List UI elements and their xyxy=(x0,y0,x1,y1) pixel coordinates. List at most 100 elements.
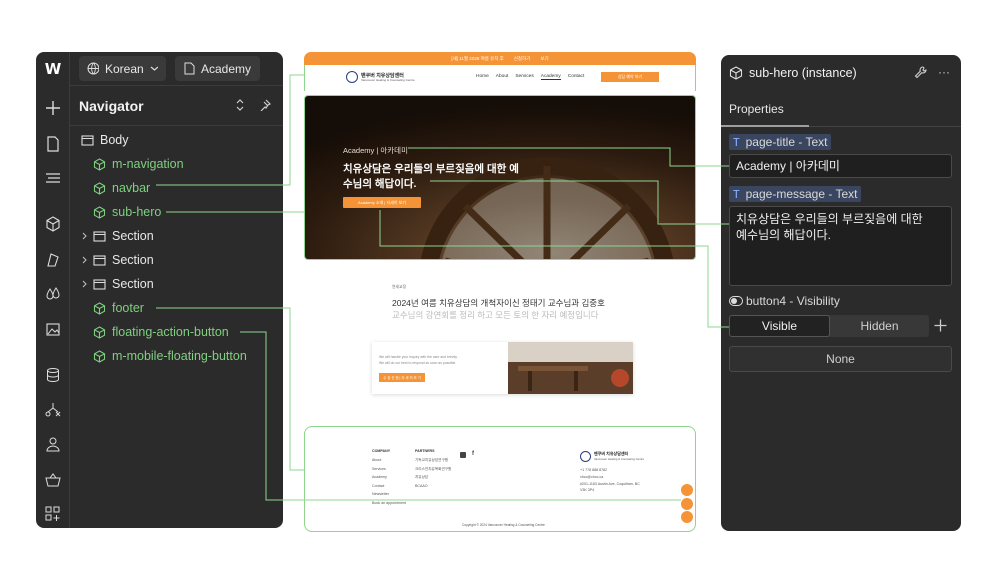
text-type-icon: T xyxy=(733,188,740,201)
footer-email[interactable]: vhcc@vhcc.ca xyxy=(580,474,603,480)
add-icon[interactable] xyxy=(934,319,947,332)
footer-copyright: Copyright © 2024 Vancouver Healing & Cou… xyxy=(462,523,545,527)
add-icon[interactable] xyxy=(36,96,70,120)
tree-item-navbar[interactable]: navbar xyxy=(70,176,283,200)
tree-item-label: floating-action-button xyxy=(112,325,229,339)
tree-item-label: m-mobile-floating-button xyxy=(112,349,247,363)
fab-chat-button[interactable] xyxy=(681,484,693,496)
page-message-textarea[interactable]: 치유상담은 우리들의 부르짖음에 대한 예수님의 해답이다. xyxy=(729,206,952,286)
element-box-icon xyxy=(93,278,106,290)
pages-icon[interactable] xyxy=(36,132,70,156)
chevron-down-icon xyxy=(150,66,158,71)
tree-item-section[interactable]: Section xyxy=(70,272,283,296)
card-text-1: We will handle your inquiry with the car… xyxy=(379,355,458,359)
fab-phone-button[interactable] xyxy=(681,511,693,523)
tree-item-label: Section xyxy=(112,253,154,267)
site-menu-academy[interactable]: Academy xyxy=(540,74,561,80)
visibility-toggle-icon xyxy=(729,296,743,306)
chevron-right-icon[interactable] xyxy=(81,280,89,288)
instagram-icon[interactable] xyxy=(460,452,466,458)
footer-partner[interactable]: 기독교치유상담연구원 xyxy=(415,457,451,463)
chevron-right-icon[interactable] xyxy=(81,232,89,240)
navigator-panel: W Korean Academy Navigator Body m-naviga… xyxy=(36,52,283,528)
page-icon xyxy=(184,62,195,75)
tab-active-indicator xyxy=(721,125,809,127)
component-icon xyxy=(93,325,106,339)
chevron-right-icon[interactable] xyxy=(81,256,89,264)
site-logo-icon[interactable] xyxy=(346,71,358,83)
tree-item-m-mobile-floating-button[interactable]: m-mobile-floating-button xyxy=(70,344,283,368)
site-menu-about[interactable]: About xyxy=(496,74,509,80)
assets-icon[interactable] xyxy=(36,317,70,341)
tree-item-label: Section xyxy=(112,277,154,291)
page-title-prop-label-text: page-title - Text xyxy=(745,135,828,149)
site-cta-button[interactable]: 상담 예약 하기 xyxy=(601,72,659,82)
announcement-link-1[interactable]: 신청하기 xyxy=(514,56,531,62)
element-box-icon xyxy=(93,254,106,266)
logic-icon[interactable] xyxy=(36,398,70,422)
webflow-logo-icon[interactable]: W xyxy=(36,57,70,81)
footer-link[interactable]: Newsletter xyxy=(372,491,406,497)
site-menu-services[interactable]: Services xyxy=(515,74,533,80)
footer-partner[interactable]: BCAAO xyxy=(415,483,451,489)
components-icon[interactable] xyxy=(36,212,70,236)
cms-icon[interactable] xyxy=(36,363,70,387)
tree-item-label: footer xyxy=(112,301,144,315)
footer-partner[interactable]: 크리스천치유목회연구원 xyxy=(415,466,451,472)
card-button[interactable]: 수 강 신 청 | 자 세 히 보 기 xyxy=(379,373,425,382)
visible-option[interactable]: Visible xyxy=(729,315,830,337)
tree-item-section[interactable]: Section xyxy=(70,224,283,248)
users-icon[interactable] xyxy=(36,432,70,456)
expand-collapse-icon[interactable] xyxy=(235,99,245,111)
fab-message-button[interactable] xyxy=(681,498,693,510)
announcement-text: [새] 11월 2026 여름 유치 후 xyxy=(451,55,504,61)
component-icon xyxy=(93,301,106,315)
wrench-icon[interactable] xyxy=(914,66,927,79)
footer-company-list: About Services Academy Contact Newslette… xyxy=(372,457,406,506)
footer-link[interactable]: About xyxy=(372,457,406,463)
hidden-option[interactable]: Hidden xyxy=(830,315,929,337)
navigator-header: Navigator xyxy=(70,86,283,126)
footer-link[interactable]: Services xyxy=(372,466,406,472)
page-title-input[interactable]: Academy | 아카데미 xyxy=(729,154,952,178)
footer-link[interactable]: Contact xyxy=(372,483,406,489)
academy-section: 연세교정 2024년 여름 치유상담의 개척자이신 정태기 교수님과 김중호 교… xyxy=(304,272,696,422)
ecommerce-icon[interactable] xyxy=(36,468,70,492)
navigator-icon[interactable] xyxy=(36,166,70,190)
variables-icon[interactable] xyxy=(36,282,70,306)
site-menu-home[interactable]: Home xyxy=(476,74,489,80)
footer-partner[interactable]: 치유상담 xyxy=(415,474,451,480)
tab-properties[interactable]: Properties xyxy=(729,102,784,116)
pin-icon[interactable] xyxy=(259,99,271,111)
site-navbar: 밴쿠버 치유상담센터 Vancouver Healing & Counselin… xyxy=(304,65,696,91)
page-message-prop-label: Tpage-message - Text xyxy=(729,186,862,202)
locale-selector[interactable]: Korean xyxy=(79,56,166,81)
footer-logo-sub: Vancouver Healing & Counseling Centre xyxy=(594,457,645,461)
style-icon[interactable] xyxy=(36,248,70,272)
none-binding-box[interactable]: None xyxy=(729,346,952,372)
tree-item-m-navigation[interactable]: m-navigation xyxy=(70,152,283,176)
tree-item-body[interactable]: Body xyxy=(70,128,283,152)
tree-item-footer[interactable]: footer xyxy=(70,296,283,320)
component-icon xyxy=(93,205,106,219)
card-image xyxy=(508,342,633,394)
facebook-icon[interactable]: f xyxy=(472,451,474,457)
footer-link[interactable]: Book an appointment xyxy=(372,500,406,506)
site-footer: COMPANY About Services Academy Contact N… xyxy=(304,426,696,532)
instance-title: sub-hero (instance) xyxy=(749,66,857,80)
announcement-link-2[interactable]: 보기 xyxy=(540,56,548,62)
tree-item-section[interactable]: Section xyxy=(70,248,283,272)
footer-partners-list: 기독교치유상담연구원 크리스천치유목회연구원 치유상담 BCAAO xyxy=(415,457,451,489)
tree-item-label: Section xyxy=(112,229,154,243)
page-selector[interactable]: Academy xyxy=(175,56,260,81)
hero-button[interactable]: Academy 소개 | 자세히 보기 xyxy=(343,197,421,208)
tree-item-floating-action-button[interactable]: floating-action-button xyxy=(70,320,283,344)
site-menu-contact[interactable]: Contact xyxy=(568,74,585,80)
more-options-icon[interactable]: ··· xyxy=(938,65,950,79)
component-icon xyxy=(93,349,106,363)
apps-icon[interactable] xyxy=(36,502,70,526)
tree-item-sub-hero[interactable]: sub-hero xyxy=(70,200,283,224)
hero-page-title: Academy | 아카데미 xyxy=(343,146,408,155)
tree-item-label: sub-hero xyxy=(112,205,162,219)
footer-link[interactable]: Academy xyxy=(372,474,406,480)
